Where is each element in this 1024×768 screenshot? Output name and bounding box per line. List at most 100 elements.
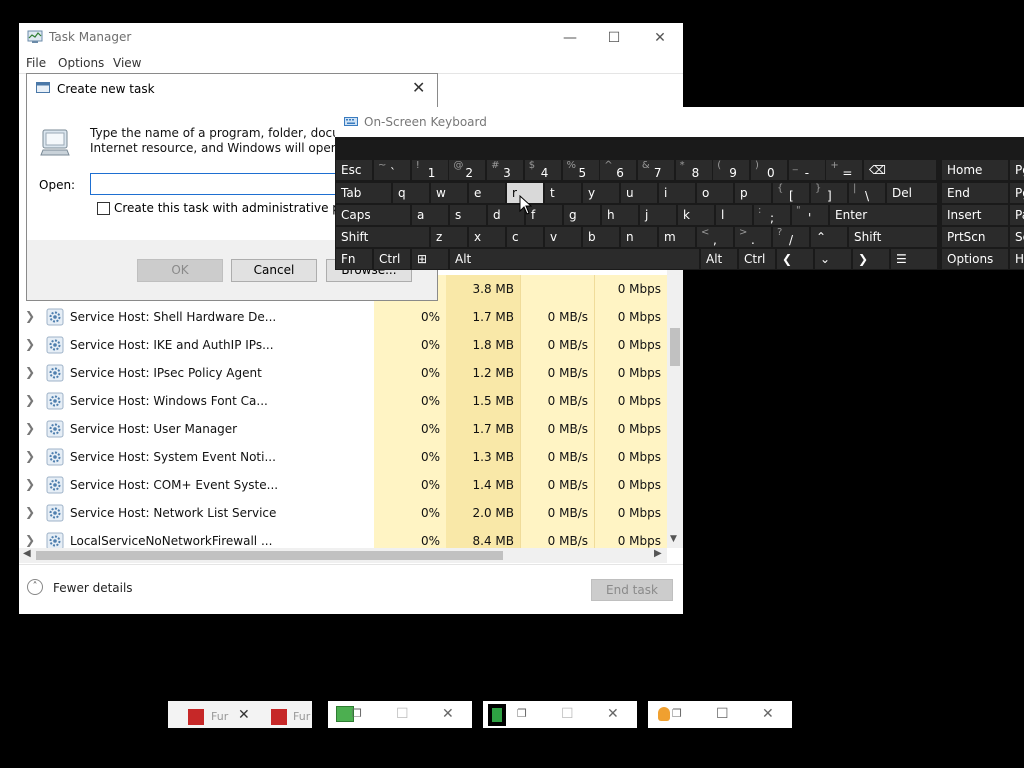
key-down[interactable]: ⌄ (815, 249, 851, 269)
key-j[interactable]: j (640, 205, 676, 225)
key-bracket-0[interactable]: {[ (773, 183, 809, 203)
maximize-icon[interactable]: ☐ (561, 706, 574, 722)
key-z[interactable]: z (431, 227, 467, 247)
table-row[interactable]: ❯ Service Host: Shell Hardware De... 0% 1.7… (19, 303, 667, 331)
key-m[interactable]: m (659, 227, 695, 247)
key-caps[interactable]: Caps (336, 205, 410, 225)
key-l[interactable]: l (716, 205, 752, 225)
key-fn[interactable]: Fn (336, 249, 372, 269)
key-alt-right[interactable]: Alt (701, 249, 737, 269)
table-row[interactable]: ❯ Service Host: IPsec Policy Agent 0% 1.2 M… (19, 359, 667, 387)
key-help[interactable]: H (1010, 249, 1024, 269)
key-bracket-2[interactable]: | \ (849, 183, 885, 203)
task-manager-titlebar[interactable]: Task Manager — ☐ ✕ (19, 23, 683, 53)
chevron-right-icon[interactable]: ❯ (25, 309, 39, 323)
horizontal-scrollbar-thumb[interactable] (36, 551, 503, 560)
key-t[interactable]: t (545, 183, 581, 203)
chevron-right-icon[interactable]: ❯ (25, 365, 39, 379)
key-windows[interactable]: ⊞ (412, 249, 448, 269)
close-icon[interactable]: ✕ (607, 706, 619, 722)
maximize-icon[interactable]: ☐ (591, 23, 637, 53)
table-row[interactable]: ❯ Service Host: System Event Noti... 0% 1.3… (19, 443, 667, 471)
close-icon[interactable]: ✕ (238, 707, 250, 723)
key-enter[interactable]: Enter (830, 205, 937, 225)
end-task-button[interactable]: End task (591, 579, 673, 601)
chevron-right-icon[interactable]: ❯ (25, 477, 39, 491)
key-scrlk[interactable]: Sc (1010, 227, 1024, 247)
table-row[interactable]: ❯ Service Host: IKE and AuthIP IPs... 0% 1.… (19, 331, 667, 359)
table-row[interactable]: ❯ Service Host: User Manager 0% 1.7 MB 0 MB/… (19, 415, 667, 443)
dialog-titlebar[interactable]: Create new task ✕ (27, 74, 437, 104)
key-backspace-area[interactable] (889, 160, 936, 180)
key-4[interactable]: $4 (524, 160, 561, 180)
key-punct-1[interactable]: " ' (792, 205, 828, 225)
key-pause[interactable]: Pa (1010, 205, 1024, 225)
key-a[interactable]: a (412, 205, 448, 225)
key-esc[interactable]: Esc (336, 160, 372, 180)
key-i[interactable]: i (659, 183, 695, 203)
table-row[interactable]: ❯ Service Host: COM+ Event Syste... 0% 1.4 … (19, 471, 667, 499)
key-up[interactable]: ⌃ (811, 227, 847, 247)
key-h[interactable]: h (602, 205, 638, 225)
key-o[interactable]: o (697, 183, 733, 203)
key-q[interactable]: q (393, 183, 429, 203)
key-5[interactable]: % 5 (562, 160, 599, 180)
key-end[interactable]: End (942, 183, 1008, 203)
key-p[interactable]: p (735, 183, 771, 203)
key-x[interactable]: x (469, 227, 505, 247)
chevron-right-icon[interactable]: ❯ (25, 421, 39, 435)
key-9[interactable]: (9 (713, 160, 750, 180)
restore-icon[interactable]: ❐ (672, 707, 682, 720)
key-prtscn[interactable]: PrtScn (942, 227, 1008, 247)
key-shift-right[interactable]: Shift (849, 227, 937, 247)
menu-file[interactable]: File (26, 56, 46, 70)
key-punct2-2[interactable]: ? / (773, 227, 809, 247)
key-n[interactable]: n (621, 227, 657, 247)
key-v[interactable]: v (545, 227, 581, 247)
key-y[interactable]: y (583, 183, 619, 203)
osk-titlebar[interactable]: On-Screen Keyboard (335, 107, 1024, 137)
key-u[interactable]: u (621, 183, 657, 203)
key-=[interactable]: + = (826, 160, 863, 180)
key-`[interactable]: ~ ` (374, 160, 410, 180)
key-1[interactable]: ! 1 (411, 160, 448, 180)
table-row[interactable]: ❯ Service Host: Network List Service 0% 2.0… (19, 499, 667, 527)
key-left[interactable]: ❮ (777, 249, 813, 269)
scroll-down-icon[interactable]: ▼ (670, 534, 677, 544)
vertical-scrollbar-thumb[interactable] (670, 328, 680, 366)
cancel-button[interactable]: Cancel (231, 259, 317, 282)
key--[interactable]: _ - (788, 160, 825, 180)
key-8[interactable]: * 8 (675, 160, 712, 180)
scroll-right-icon[interactable]: ▶ (654, 548, 662, 559)
taskbar-thumbnail-4[interactable]: ❐ ☐ ✕ (648, 701, 792, 728)
key-ctrl-right[interactable]: Ctrl (739, 249, 775, 269)
key-right[interactable]: ❯ (853, 249, 889, 269)
chevron-right-icon[interactable]: ❯ (25, 449, 39, 463)
key-pgup[interactable]: Pg (1010, 160, 1024, 180)
table-row[interactable]: ❯ Service Host: Windows Font Ca... 0% 1.5 M… (19, 387, 667, 415)
key-3[interactable]: #3 (487, 160, 524, 180)
admin-checkbox[interactable] (97, 202, 110, 215)
key-menu[interactable]: ☰ (891, 249, 937, 269)
key-6[interactable]: ^ 6 (600, 160, 637, 180)
key-insert[interactable]: Insert (942, 205, 1008, 225)
taskbar-thumbnail-2[interactable]: ❐ ☐ ✕ (328, 701, 472, 728)
ok-button[interactable]: OK (137, 259, 223, 282)
close-icon[interactable]: ✕ (762, 706, 774, 722)
maximize-icon[interactable]: ☐ (396, 706, 409, 722)
taskbar-thumbnail-1[interactable]: Fur ✕ Fur (168, 701, 312, 728)
chevron-right-icon[interactable]: ❯ (25, 393, 39, 407)
key-punct2-1[interactable]: >. (735, 227, 771, 247)
close-icon[interactable]: ✕ (412, 78, 425, 97)
taskbar-thumbnail-3[interactable]: ❐ ☐ ✕ (483, 701, 637, 728)
close-icon[interactable]: ✕ (442, 706, 454, 722)
key-pgdn[interactable]: Pg (1010, 183, 1024, 203)
key-alt-left[interactable]: Alt (450, 249, 699, 269)
key-tab[interactable]: Tab (336, 183, 391, 203)
key-s[interactable]: s (450, 205, 486, 225)
chevron-right-icon[interactable]: ❯ (25, 337, 39, 351)
key-w[interactable]: w (431, 183, 467, 203)
key-b[interactable]: b (583, 227, 619, 247)
close-icon[interactable]: ✕ (637, 23, 683, 53)
key-bracket-1[interactable]: }] (811, 183, 847, 203)
